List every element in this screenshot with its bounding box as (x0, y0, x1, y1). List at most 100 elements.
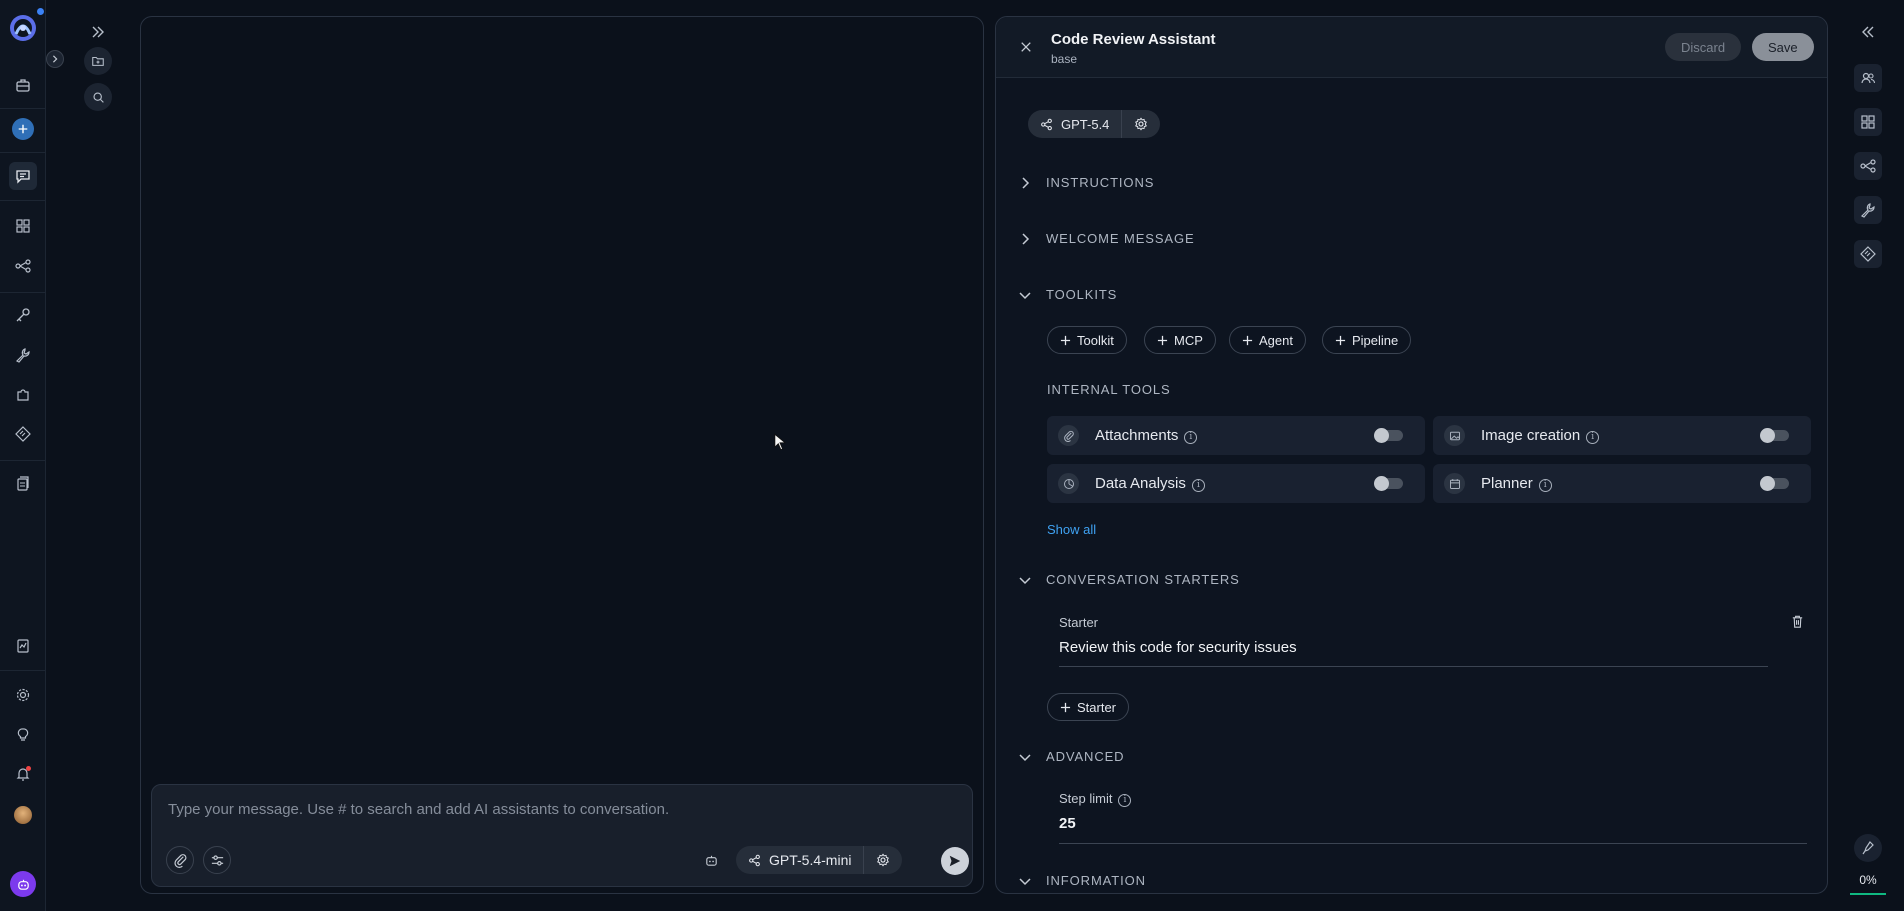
image-creation-toggle[interactable] (1760, 428, 1789, 443)
chat-icon[interactable] (9, 162, 37, 190)
chat-panel: GPT-5.4-mini (140, 16, 984, 894)
section-advanced-label: ADVANCED (1046, 749, 1125, 764)
assistant-config-panel: Code Review Assistant base Discard Save … (995, 16, 1828, 894)
section-information[interactable]: INFORMATION (1018, 873, 1146, 888)
key-icon[interactable] (9, 301, 37, 329)
starter-field-label: Starter (1059, 615, 1099, 630)
info-icon[interactable]: i (1191, 478, 1205, 492)
bell-icon[interactable] (9, 760, 37, 788)
app-logo-icon[interactable] (9, 14, 37, 42)
tool-card-attachments: Attachments i (1047, 416, 1425, 455)
close-icon[interactable] (1014, 35, 1038, 59)
grid-icon[interactable] (9, 212, 37, 240)
analysis-icon (1058, 473, 1079, 494)
planner-toggle[interactable] (1760, 476, 1789, 491)
section-toolkits-label: TOOLKITS (1046, 287, 1118, 302)
step-limit-label-text: Step limit (1059, 791, 1113, 806)
section-welcome-message[interactable]: WELCOME MESSAGE (1018, 231, 1195, 246)
assistant-model-gear-icon[interactable] (1121, 110, 1160, 138)
add-toolkit-button[interactable]: Toolkit (1047, 326, 1127, 354)
image-icon (1444, 425, 1465, 446)
info-icon[interactable]: i (1118, 793, 1132, 807)
tool-card-data-analysis: Data Analysis i (1047, 464, 1425, 503)
plus-icon (1060, 702, 1071, 712)
message-composer: GPT-5.4-mini (151, 784, 973, 887)
section-instructions[interactable]: INSTRUCTIONS (1018, 175, 1154, 190)
grid-icon[interactable] (1854, 108, 1882, 136)
report-icon[interactable] (9, 632, 37, 660)
assistant-model-button[interactable]: GPT-5.4 (1028, 110, 1121, 138)
model-settings-gear-icon[interactable] (863, 846, 902, 874)
wrench-icon[interactable] (9, 341, 37, 369)
step-limit-label: Step limit i (1059, 791, 1132, 807)
new-item-plus-icon[interactable] (12, 118, 34, 140)
participants-icon[interactable] (1854, 64, 1882, 92)
add-pipeline-button[interactable]: Pipeline (1322, 326, 1412, 354)
tool-card-image-creation: Image creation i (1433, 416, 1811, 455)
context-usage-percent: 0% (1859, 873, 1877, 887)
trash-icon[interactable] (1790, 614, 1805, 629)
chevron-down-icon (1019, 753, 1031, 761)
attachments-toggle[interactable] (1374, 428, 1403, 443)
documents-icon[interactable] (9, 470, 37, 498)
add-agent-button[interactable]: Agent (1229, 326, 1306, 354)
plus-icon (1157, 335, 1168, 345)
tool-name-text: Planner (1481, 475, 1533, 492)
sliders-icon[interactable] (203, 846, 231, 874)
info-icon[interactable]: i (1586, 430, 1600, 444)
section-starters-label: CONVERSATION STARTERS (1046, 572, 1240, 587)
chip-label: MCP (1174, 332, 1203, 348)
chevron-right-icon (1022, 176, 1030, 189)
tag-stack-icon[interactable] (9, 420, 37, 448)
chevron-down-icon (1019, 576, 1031, 584)
assistant-model-name: GPT-5.4 (1061, 116, 1110, 132)
starter-input[interactable]: Review this code for security issues (1059, 639, 1768, 667)
briefcase-icon[interactable] (9, 71, 37, 99)
assistant-model-selector[interactable]: GPT-5.4 (1028, 110, 1161, 138)
show-all-link[interactable]: Show all (1047, 522, 1096, 537)
expand-panel-chevrons-icon[interactable] (84, 18, 112, 46)
chevron-down-icon (1019, 877, 1031, 885)
tool-name: Image creation i (1481, 427, 1600, 444)
wrench-icon[interactable] (1854, 196, 1882, 224)
section-welcome-label: WELCOME MESSAGE (1046, 231, 1195, 246)
pipeline-icon[interactable] (9, 252, 37, 280)
section-advanced[interactable]: ADVANCED (1018, 749, 1124, 764)
info-icon[interactable]: i (1538, 478, 1552, 492)
chevron-right-icon (1022, 232, 1030, 245)
step-limit-input[interactable]: 25 (1059, 815, 1807, 844)
agent-bot-icon[interactable] (698, 847, 724, 873)
internal-tools-heading: INTERNAL TOOLS (1047, 382, 1171, 397)
tool-name-text: Attachments (1095, 427, 1179, 444)
cleanup-brush-icon[interactable] (1854, 834, 1882, 862)
data-analysis-toggle[interactable] (1374, 476, 1403, 491)
new-folder-icon[interactable] (84, 47, 112, 75)
lightbulb-icon[interactable] (9, 721, 37, 749)
info-icon[interactable]: i (1184, 430, 1198, 444)
puzzle-icon[interactable] (9, 381, 37, 409)
search-icon[interactable] (84, 83, 112, 111)
model-select-button[interactable]: GPT-5.4-mini (736, 846, 863, 874)
pipeline-icon[interactable] (1854, 152, 1882, 180)
section-conversation-starters[interactable]: CONVERSATION STARTERS (1018, 572, 1240, 587)
settings-gear-icon[interactable] (9, 681, 37, 709)
assistant-bot-icon[interactable] (10, 871, 36, 897)
discard-button[interactable]: Discard (1665, 33, 1742, 61)
assistant-version: base (1051, 52, 1078, 66)
add-mcp-button[interactable]: MCP (1144, 326, 1216, 354)
save-button[interactable]: Save (1752, 33, 1814, 61)
tag-stack-icon[interactable] (1854, 240, 1882, 268)
user-avatar[interactable] (14, 806, 32, 824)
model-selector[interactable]: GPT-5.4-mini (736, 846, 903, 874)
context-usage-bar (1850, 893, 1886, 895)
attach-paperclip-icon[interactable] (166, 846, 194, 874)
expand-rail-chevron-icon[interactable] (46, 50, 64, 68)
collapse-chevrons-icon[interactable] (1854, 18, 1882, 46)
message-input[interactable] (168, 801, 948, 818)
section-toolkits[interactable]: TOOLKITS (1018, 287, 1117, 302)
add-starter-label: Starter (1077, 699, 1117, 715)
send-arrow-icon[interactable] (941, 847, 969, 875)
chevron-down-icon (1019, 291, 1031, 299)
tool-name-text: Image creation (1481, 427, 1581, 444)
add-starter-button[interactable]: Starter (1047, 693, 1130, 721)
